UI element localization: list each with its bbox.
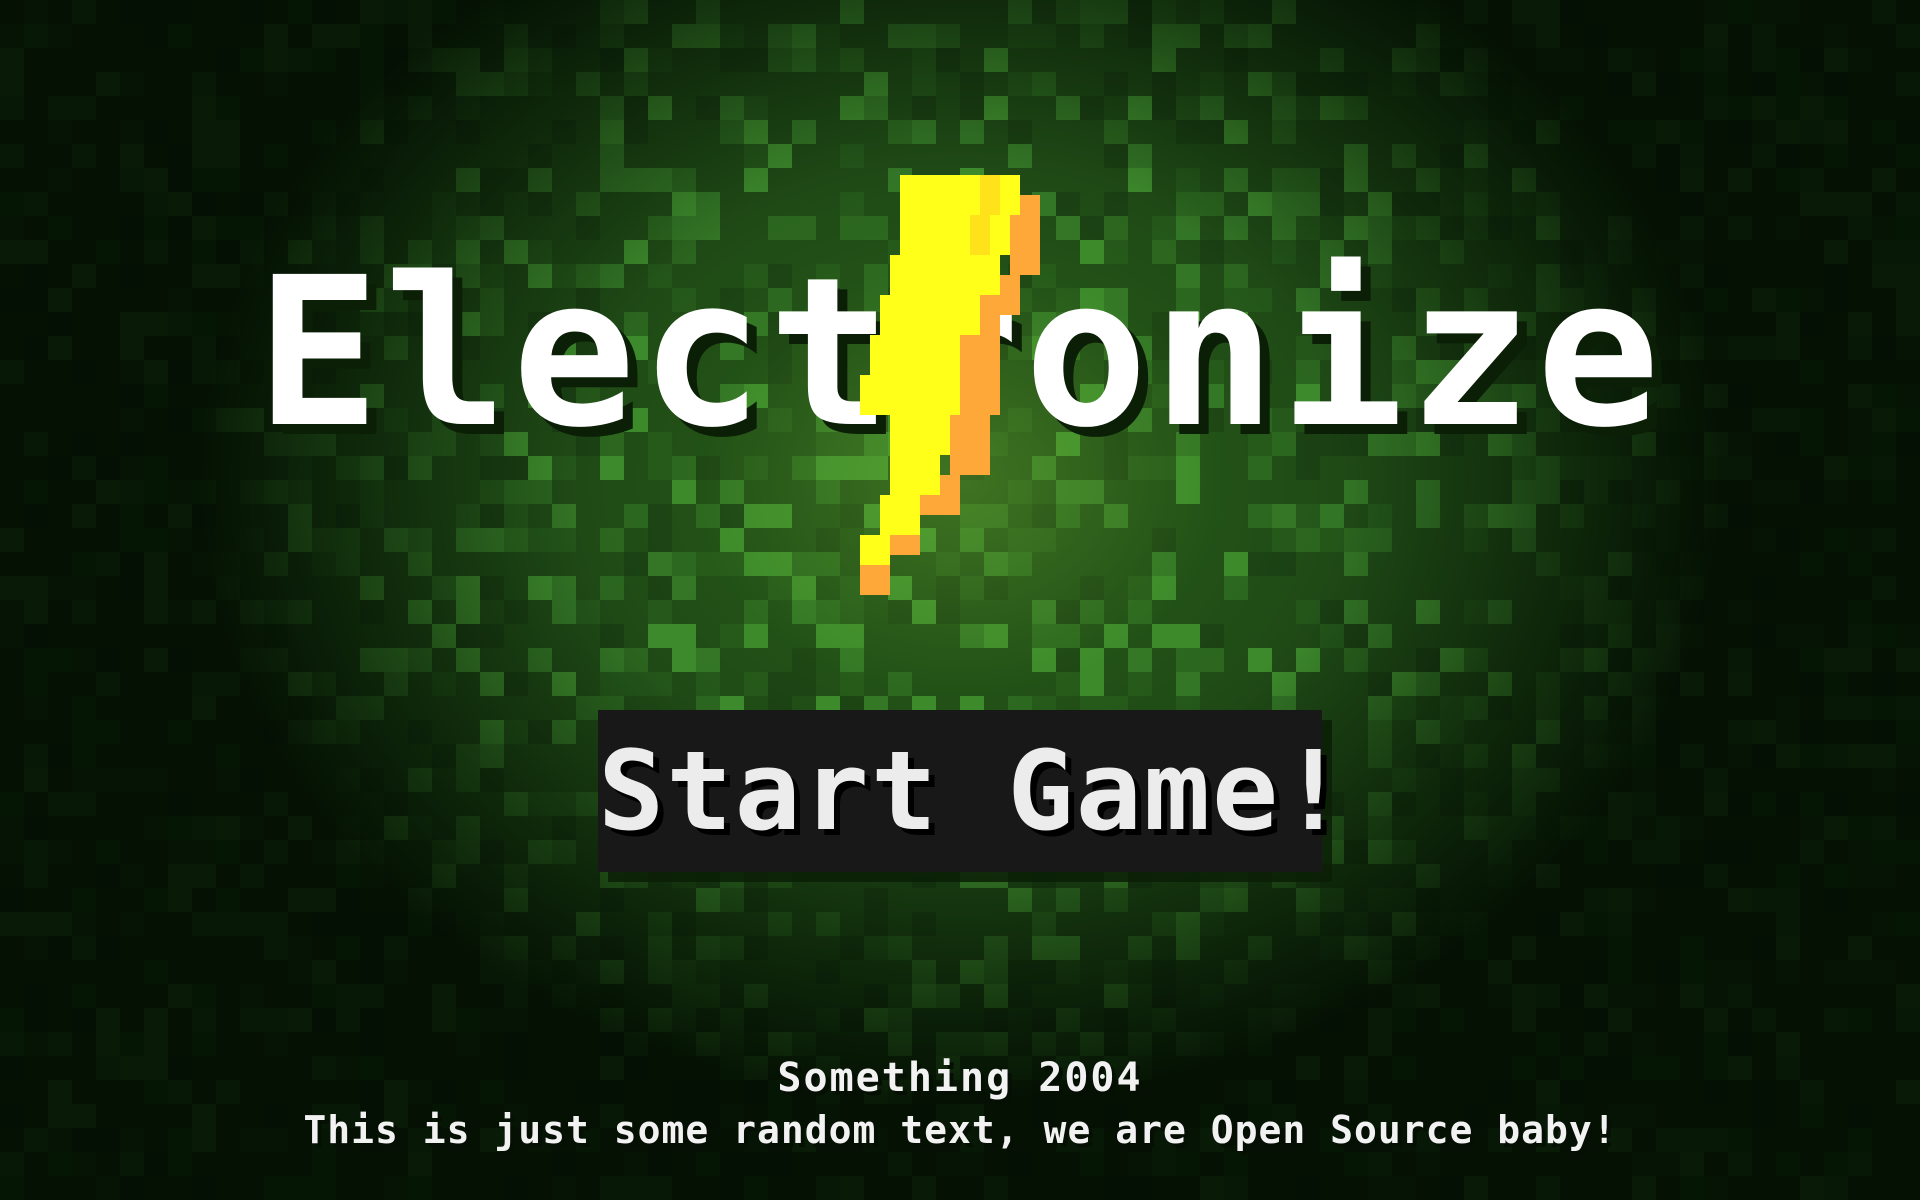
footer-tagline: This is just some random text, we are Op… xyxy=(303,1108,1617,1152)
footer: Something 2004 This is just some random … xyxy=(0,1052,1920,1156)
start-game-label: Start Game! xyxy=(598,727,1349,855)
lightning-bolt-icon xyxy=(860,175,1040,595)
start-game-button[interactable]: Start Game! xyxy=(598,710,1346,872)
footer-copyright: Something 2004 xyxy=(777,1055,1143,1101)
